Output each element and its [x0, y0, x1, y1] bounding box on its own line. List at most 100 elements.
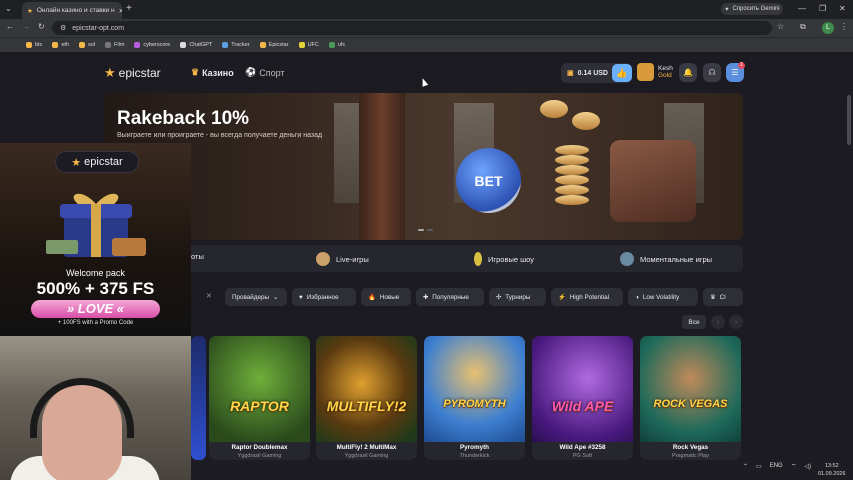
- tray-chevron-icon[interactable]: ⌃: [743, 463, 748, 470]
- reload-icon[interactable]: ↻: [38, 22, 45, 31]
- nav-sport[interactable]: ⚽ Спорт: [245, 67, 285, 78]
- game-card-rock-vegas[interactable]: ROCK VEGAS Rock Vegas Pragmatic Play: [640, 336, 741, 460]
- url-bar[interactable]: ⚙ epicstar-opt.com: [52, 21, 772, 35]
- back-icon[interactable]: ←: [6, 22, 14, 31]
- filter-low-volatility[interactable]: ◑ Low Volatility: [628, 288, 698, 306]
- promo-note: + 100FS with a Promo Code: [57, 320, 134, 326]
- tab-close-icon[interactable]: ✕: [119, 7, 122, 15]
- instant-icon: [620, 252, 634, 266]
- bookmark-ufc-upper[interactable]: UFC: [298, 42, 319, 48]
- clear-search-icon[interactable]: ✕: [206, 292, 212, 300]
- tab-title: Онлайн казино и ставки н: [36, 7, 115, 14]
- webcam-overlay: [0, 336, 191, 480]
- site-logo[interactable]: ★ epicstar: [104, 65, 161, 81]
- bookmark-icon: [328, 42, 335, 48]
- minimize-icon[interactable]: —: [798, 4, 806, 13]
- game-card-partial[interactable]: [191, 336, 206, 460]
- bookmark-eth[interactable]: eth: [52, 42, 69, 48]
- bet-coin: BET: [456, 148, 521, 213]
- tab-list-icon[interactable]: ⌄: [5, 4, 12, 13]
- game-card-raptor[interactable]: RAPTOR Raptor Doublemax Yggdrasil Gaming: [209, 336, 310, 460]
- gemini-button[interactable]: ✦ Спросить Gemini: [721, 3, 783, 15]
- promo-welcome: Welcome pack: [66, 268, 125, 278]
- filter-classic[interactable]: ♛ Cl: [703, 288, 743, 306]
- providers-dropdown[interactable]: Провайдеры ⌄: [225, 288, 287, 306]
- category-live[interactable]: Live-игры: [316, 252, 369, 266]
- game-card-multifly[interactable]: MULTIFLY!2 MultiFly! 2 MultiMax Yggdrasi…: [316, 336, 417, 460]
- game-card-pyromyth[interactable]: PYROMYTH Pyromyth Thunderkick: [424, 336, 525, 460]
- game-logo: PYROMYTH: [443, 398, 506, 410]
- bookmark-epicstar[interactable]: Epicstar: [259, 42, 289, 48]
- all-games-button[interactable]: Все: [682, 315, 706, 329]
- game-art: [424, 336, 525, 442]
- coin-stack: [572, 112, 600, 130]
- game-title: Wild Ape #3258: [559, 444, 606, 451]
- filter-favorites[interactable]: ♥ Избранное: [292, 288, 356, 306]
- game-provider: Pragmatic Play: [672, 453, 709, 459]
- bookmark-icon: [298, 42, 305, 48]
- ball-icon: ⚽: [245, 67, 257, 77]
- game-card-wild-ape[interactable]: Wild APE Wild Ape #3258 PG Soft: [532, 336, 633, 460]
- user-level: Gold: [658, 72, 672, 79]
- carousel-dots[interactable]: [418, 229, 433, 231]
- category-game-shows[interactable]: Игровые шоу: [474, 252, 534, 266]
- volume-icon[interactable]: ◁): [804, 463, 811, 470]
- bookmark-chatgpt[interactable]: ChatGPT: [180, 42, 212, 48]
- filter-popular[interactable]: ✚ Популярные: [416, 288, 484, 306]
- menu-icon: ☰: [731, 68, 739, 77]
- game-provider: PG Soft: [572, 453, 593, 459]
- filter-high-potential[interactable]: ⚡ High Potential: [551, 288, 623, 306]
- notifications-button[interactable]: 🔔: [679, 63, 697, 82]
- category-slots[interactable]: оты: [191, 252, 204, 261]
- puzzle-icon: ✚: [423, 293, 429, 301]
- bookmark-btc[interactable]: btc: [26, 42, 42, 48]
- carousel-dot[interactable]: [418, 229, 424, 231]
- wifi-icon[interactable]: ⌔: [791, 462, 797, 470]
- new-tab-button[interactable]: +: [126, 3, 132, 14]
- user-name: Kesh: [658, 65, 673, 72]
- category-instant[interactable]: Моментальные игры: [620, 252, 712, 266]
- balance-value: 0.14 USD: [577, 69, 608, 77]
- browser-tab[interactable]: ★ Онлайн казино и ставки н ✕: [22, 2, 122, 19]
- site-info-icon[interactable]: ⚙: [60, 24, 66, 32]
- bookmark-sol[interactable]: sol: [79, 42, 95, 48]
- profile-avatar[interactable]: L: [822, 22, 834, 34]
- clock-time: 13:52: [824, 463, 839, 469]
- bookmark-star-icon[interactable]: ☆: [777, 22, 784, 31]
- close-window-icon[interactable]: ✕: [839, 4, 846, 13]
- maximize-icon[interactable]: ❐: [819, 4, 826, 13]
- deposit-button[interactable]: 👍: [612, 64, 632, 82]
- user-profile[interactable]: Kesh Gold: [637, 63, 673, 81]
- carousel-dot[interactable]: [427, 229, 433, 231]
- promo-code-badge[interactable]: » LOVE «: [31, 300, 160, 318]
- filter-tournaments[interactable]: ✣ Турниры: [489, 288, 546, 306]
- bookmark-ufc-lower[interactable]: ufc: [328, 42, 345, 48]
- tab-favicon-icon: ★: [27, 7, 33, 15]
- game-logo: RAPTOR: [230, 398, 289, 414]
- forward-icon[interactable]: →: [22, 22, 30, 31]
- browser-menu-icon[interactable]: ⋮: [840, 22, 848, 31]
- extensions-icon[interactable]: ⧉: [800, 22, 806, 32]
- network-icon[interactable]: ▭: [756, 463, 762, 470]
- support-button[interactable]: ☊: [703, 63, 721, 82]
- language-indicator[interactable]: ENG: [770, 463, 783, 469]
- star-logo-icon: ★: [71, 156, 82, 169]
- system-clock[interactable]: 13:52 01.09.2026: [818, 462, 846, 478]
- clock-date: 01.09.2026: [818, 471, 846, 477]
- nav-casino[interactable]: ♛ Казино: [191, 67, 234, 78]
- game-title: Raptor Doublemax: [231, 444, 288, 451]
- crown-icon: ♛: [191, 67, 200, 77]
- prev-arrow-icon[interactable]: ‹: [711, 315, 725, 329]
- trophy-icon: ✣: [496, 293, 502, 301]
- page-scrollbar[interactable]: [847, 95, 851, 145]
- coin-stack: [555, 155, 589, 165]
- bookmarks-bar: btc eth sol Film cyberscore ChatGPT Trac…: [0, 37, 853, 52]
- next-arrow-icon[interactable]: ›: [729, 315, 743, 329]
- bookmark-film[interactable]: Film: [105, 42, 124, 48]
- bookmark-cyberscore[interactable]: cyberscore: [134, 42, 170, 48]
- bookmark-tracker[interactable]: Tracker: [222, 42, 250, 48]
- hero-subtitle: Выиграете или проиграете - вы всегда пол…: [117, 132, 323, 139]
- gemini-label: Спросить Gemini: [732, 6, 780, 12]
- game-logo: ROCK VEGAS: [653, 398, 728, 410]
- filter-new[interactable]: 🔥 Новые: [361, 288, 411, 306]
